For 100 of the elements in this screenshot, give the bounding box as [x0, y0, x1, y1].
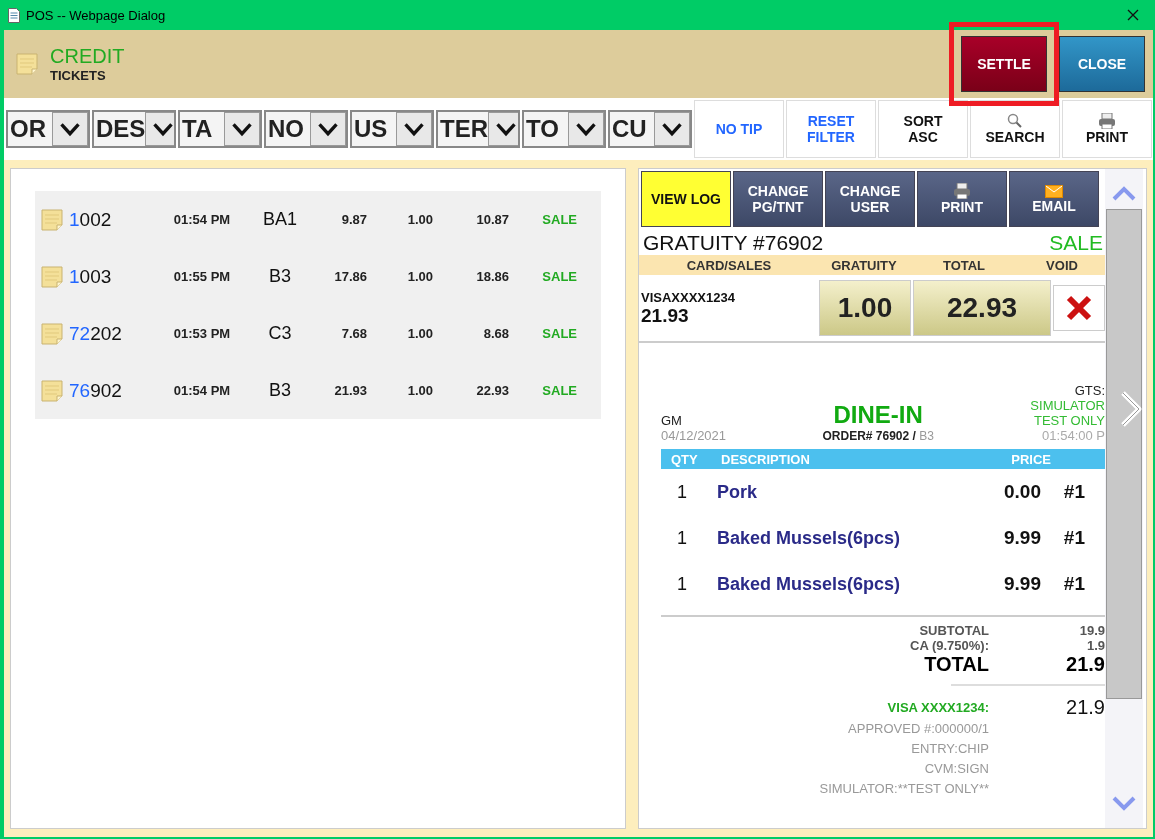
server-name: GM	[661, 413, 682, 428]
ticket-table: B3	[245, 266, 315, 287]
toolbar-button[interactable]: SORT ASC	[878, 100, 968, 158]
ticket-amount: 9.87	[340, 212, 367, 227]
document-icon	[8, 7, 20, 23]
item-price: 9.99	[1003, 573, 1041, 595]
action-button[interactable]: PRINT	[917, 171, 1007, 227]
order-type: DINE-IN	[833, 401, 923, 429]
void-button[interactable]	[1053, 285, 1105, 331]
filter-dropdown[interactable]: CU	[608, 110, 692, 148]
filter-dropdown[interactable]: OR	[6, 110, 90, 148]
ticket-gratuity: 1.00	[406, 383, 433, 398]
guest-count: GTS:	[1074, 383, 1105, 398]
note-icon	[41, 322, 63, 345]
ticket-gratuity: 1.00	[406, 269, 433, 284]
item-name: Baked Mussels(6pcs)	[717, 573, 902, 595]
item-quantity: 1	[677, 527, 688, 549]
note-icon	[16, 53, 38, 75]
ticket-number[interactable]: 76902	[69, 379, 159, 402]
filter-label: NO	[267, 115, 304, 143]
search-icon	[1007, 113, 1023, 129]
ticket-table: BA1	[245, 209, 315, 230]
ticket-amount: 7.68	[340, 326, 367, 341]
ticket-status: SALE	[541, 212, 577, 227]
mode-note: TEST ONLY	[1033, 413, 1105, 428]
item-seat: #1	[1041, 481, 1085, 503]
ticket-status: SALE	[541, 326, 577, 341]
payment-method-label: VISA XXXX1234:	[886, 700, 989, 715]
toolbar-button[interactable]: NO TIP	[694, 100, 784, 158]
column-header: DESCRIPTION	[721, 451, 811, 467]
filter-dropdown[interactable]: TER	[436, 110, 520, 148]
printer-icon	[1098, 113, 1116, 129]
action-button[interactable]: CHANGE USER	[825, 171, 915, 227]
item-name: Baked Mussels(6pcs)	[717, 527, 902, 549]
action-button[interactable]: VIEW LOG	[641, 171, 731, 227]
item-seat: #1	[1041, 573, 1085, 595]
ticket-number[interactable]: 72202	[69, 322, 159, 345]
total-button[interactable]: 22.93	[913, 280, 1051, 336]
filter-dropdown[interactable]: TO	[522, 110, 606, 148]
close-icon[interactable]	[1127, 9, 1139, 21]
filter-dropdown[interactable]: DES	[92, 110, 176, 148]
toolbar-button[interactable]: RESET FILTER	[786, 100, 876, 158]
payment-amount: 21.9	[1065, 696, 1105, 719]
total-value: 21.9	[1065, 653, 1105, 676]
ticket-amount: 21.93	[333, 383, 367, 398]
page-subtitle: TICKETS	[50, 68, 107, 83]
ticket-time: 01:54 PM	[172, 212, 232, 227]
total-value: 1.9	[1085, 638, 1105, 653]
sales-amount: 21.93	[641, 304, 690, 327]
payment-detail: ENTRY:CHIP	[910, 740, 989, 758]
total-label: SUBTOTAL	[918, 623, 989, 638]
note-icon	[41, 379, 63, 402]
printer-icon	[953, 183, 971, 199]
payment-detail: SIMULATOR:**TEST ONLY**	[818, 780, 989, 798]
page-title: CREDIT	[50, 45, 126, 68]
column-header: VOID	[1045, 257, 1079, 273]
payment-detail: CVM:SIGN	[923, 760, 989, 778]
ticket-number[interactable]: 1002	[69, 208, 159, 231]
filter-label: DES	[95, 115, 146, 143]
column-header: GRATUITY	[830, 257, 898, 273]
item-quantity: 1	[677, 481, 688, 503]
ticket-status: SALE	[541, 269, 577, 284]
cross-icon	[1066, 295, 1092, 321]
order-date: 04/12/2021	[661, 428, 727, 443]
envelope-icon	[1045, 184, 1063, 198]
filter-label: TA	[181, 115, 213, 143]
gratuity-button[interactable]: 1.00	[819, 280, 911, 336]
ticket-time: 01:54 PM	[172, 383, 232, 398]
filter-dropdown[interactable]: NO	[264, 110, 348, 148]
ticket-number[interactable]: 1003	[69, 265, 159, 288]
mode-label: SIMULATOR	[1030, 398, 1105, 413]
filter-label: OR	[9, 115, 46, 143]
item-price: 0.00	[1003, 481, 1041, 503]
action-button[interactable]: EMAIL	[1009, 171, 1099, 227]
column-header: PRICE	[1010, 451, 1051, 467]
card-number: VISAXXXX1234	[641, 289, 736, 305]
scrollbar[interactable]	[1105, 169, 1143, 828]
toolbar-button[interactable]: SEARCH	[970, 100, 1060, 158]
toolbar-button[interactable]: PRINT	[1062, 100, 1152, 158]
settle-button[interactable]: SETTLE	[961, 36, 1047, 92]
payment-detail: APPROVED #:000000/1	[847, 720, 989, 738]
ticket-gratuity: 1.00	[406, 326, 433, 341]
ticket-table: C3	[245, 323, 315, 344]
item-quantity: 1	[677, 573, 688, 595]
item-seat: #1	[1041, 527, 1085, 549]
ticket-amount: 17.86	[333, 269, 367, 284]
gratuity-title: GRATUITY #76902	[643, 231, 824, 255]
ticket-total: 8.68	[482, 326, 509, 341]
filter-label: CU	[611, 115, 647, 143]
window-title: POS -- Webpage Dialog	[26, 7, 167, 23]
ticket-table: B3	[245, 380, 315, 401]
ticket-gratuity: 1.00	[406, 212, 433, 227]
note-icon	[41, 265, 63, 288]
column-header: CARD/SALES	[685, 257, 773, 273]
filter-dropdown[interactable]: US	[350, 110, 434, 148]
gratuity-status: SALE	[1049, 231, 1103, 255]
action-button[interactable]: CHANGE PG/TNT	[733, 171, 823, 227]
filter-dropdown[interactable]: TA	[178, 110, 262, 148]
scroll-thumb[interactable]	[1106, 209, 1142, 699]
close-button[interactable]: CLOSE	[1059, 36, 1145, 92]
